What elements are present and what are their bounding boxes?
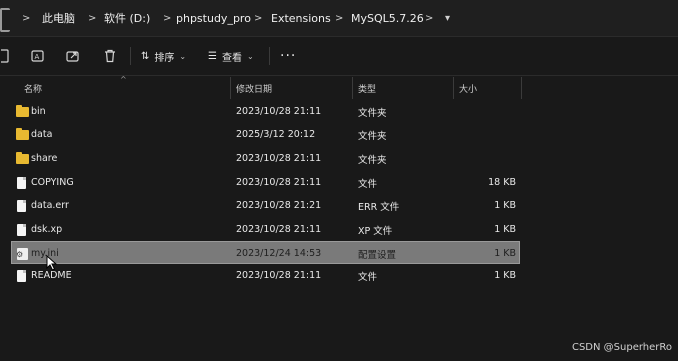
chevron-down-icon[interactable]: ▾ — [445, 0, 450, 36]
list-item[interactable]: share 2023/10/28 21:11 文件夹 — [0, 147, 520, 170]
file-type: 文件夹 — [358, 130, 387, 142]
breadcrumb-separator: > — [335, 12, 344, 24]
breadcrumb-item-extensions[interactable]: Extensions — [271, 0, 331, 36]
list-item[interactable]: dsk.xp 2023/10/28 21:11 XP 文件 1 KB — [0, 218, 520, 241]
file-size: 1 KB — [494, 224, 516, 235]
rename-icon[interactable]: A — [29, 37, 47, 75]
column-header-row: ^ 名称 修改日期 类型 大小 — [0, 75, 678, 99]
list-item[interactable]: data.err 2023/10/28 21:21 ERR 文件 1 KB — [0, 194, 520, 217]
file-icon — [17, 177, 26, 189]
list-item[interactable]: README 2023/10/28 21:11 文件 1 KB — [0, 264, 520, 287]
list-item[interactable]: COPYING 2023/10/28 21:11 文件 18 KB — [0, 171, 520, 194]
file-modified: 2023/10/28 21:11 — [236, 106, 322, 117]
breadcrumb-item-this-pc[interactable]: 此电脑 — [42, 0, 75, 36]
file-name: dsk.xp — [31, 224, 63, 235]
column-header-size[interactable]: 大小 — [459, 77, 477, 99]
file-size: 1 KB — [494, 200, 516, 211]
file-type: ERR 文件 — [358, 201, 400, 213]
file-size: 1 KB — [494, 248, 516, 259]
file-type: 配置设置 — [358, 249, 397, 261]
column-header-modified[interactable]: 修改日期 — [236, 77, 272, 99]
sort-icon: ⇅ — [141, 50, 150, 62]
file-size — [460, 100, 516, 123]
toolbar-divider — [130, 47, 131, 65]
svg-text:A: A — [35, 53, 40, 61]
file-name: bin — [31, 106, 46, 117]
breadcrumb-separator: > — [425, 12, 434, 24]
breadcrumb-separator: > — [163, 12, 172, 24]
column-divider[interactable] — [352, 77, 353, 99]
column-divider[interactable] — [453, 77, 454, 99]
breadcrumb-item-phpstudy[interactable]: phpstudy_pro — [176, 0, 251, 36]
column-header-name[interactable]: 名称 — [24, 77, 42, 99]
file-modified: 2023/10/28 21:11 — [236, 270, 322, 281]
more-options-button[interactable]: ··· — [280, 37, 296, 75]
new-item-icon[interactable] — [0, 37, 12, 75]
command-bar: A ⇅ 排序 ⌄ ☰ 查看 ⌄ ··· — [0, 37, 678, 76]
file-modified: 2025/3/12 20:12 — [236, 129, 316, 140]
file-type: 文件 — [358, 178, 378, 190]
file-modified: 2023/12/24 14:53 — [236, 248, 322, 259]
watermark: CSDN @SuperherRo — [571, 342, 672, 353]
file-modified: 2023/10/28 21:11 — [236, 153, 322, 164]
file-size: 1 KB — [494, 270, 516, 281]
file-name: data.err — [31, 200, 69, 211]
list-item[interactable]: data 2025/3/12 20:12 文件夹 — [0, 123, 520, 146]
file-type: 文件 — [358, 271, 378, 283]
file-name: data — [31, 129, 53, 140]
delete-icon[interactable] — [101, 37, 119, 75]
view-icon: ☰ — [208, 50, 217, 62]
breadcrumb-item-drive[interactable]: 软件 (D:) — [104, 0, 150, 36]
file-modified: 2023/10/28 21:21 — [236, 200, 322, 211]
breadcrumb-separator: > — [254, 12, 263, 24]
file-icon — [17, 270, 26, 282]
column-divider[interactable] — [230, 77, 231, 99]
share-icon[interactable] — [64, 37, 82, 75]
file-size: 18 KB — [488, 177, 516, 188]
file-modified: 2023/10/28 21:11 — [236, 177, 322, 188]
file-icon — [17, 200, 26, 212]
sort-label: 排序 — [154, 52, 175, 64]
chevron-down-icon: ⌄ — [246, 51, 254, 61]
file-size — [460, 123, 516, 146]
list-item[interactable]: bin 2023/10/28 21:11 文件夹 — [0, 100, 520, 123]
breadcrumb-separator: > — [88, 12, 97, 24]
file-type: 文件夹 — [358, 107, 387, 119]
sort-ascending-icon: ^ — [120, 75, 127, 84]
file-type: 文件夹 — [358, 154, 387, 166]
file-name: COPYING — [31, 177, 74, 188]
folder-icon — [16, 105, 29, 117]
file-icon — [17, 224, 26, 236]
file-modified: 2023/10/28 21:11 — [236, 224, 322, 235]
toolbar-divider — [269, 47, 270, 65]
list-item-selected[interactable]: my.ini 2023/12/24 14:53 配置设置 1 KB — [11, 241, 520, 264]
file-type: XP 文件 — [358, 225, 393, 237]
breadcrumb-separator: > — [22, 12, 31, 24]
folder-icon — [16, 128, 29, 140]
breadcrumb-item-mysql[interactable]: MySQL5.7.26 — [351, 0, 424, 36]
breadcrumb-start-edge — [0, 8, 10, 32]
folder-icon — [16, 152, 29, 164]
column-divider[interactable] — [521, 77, 522, 99]
column-header-type[interactable]: 类型 — [358, 77, 376, 99]
view-label: 查看 — [221, 52, 242, 64]
settings-file-icon — [16, 248, 28, 260]
chevron-down-icon: ⌄ — [179, 51, 187, 61]
file-size — [460, 147, 516, 170]
address-bar[interactable]: > 此电脑 > 软件 (D:) > phpstudy_pro > Extensi… — [0, 0, 678, 37]
view-button[interactable]: ☰ 查看 ⌄ — [208, 37, 254, 75]
file-name: share — [31, 153, 58, 164]
sort-button[interactable]: ⇅ 排序 ⌄ — [141, 37, 186, 75]
